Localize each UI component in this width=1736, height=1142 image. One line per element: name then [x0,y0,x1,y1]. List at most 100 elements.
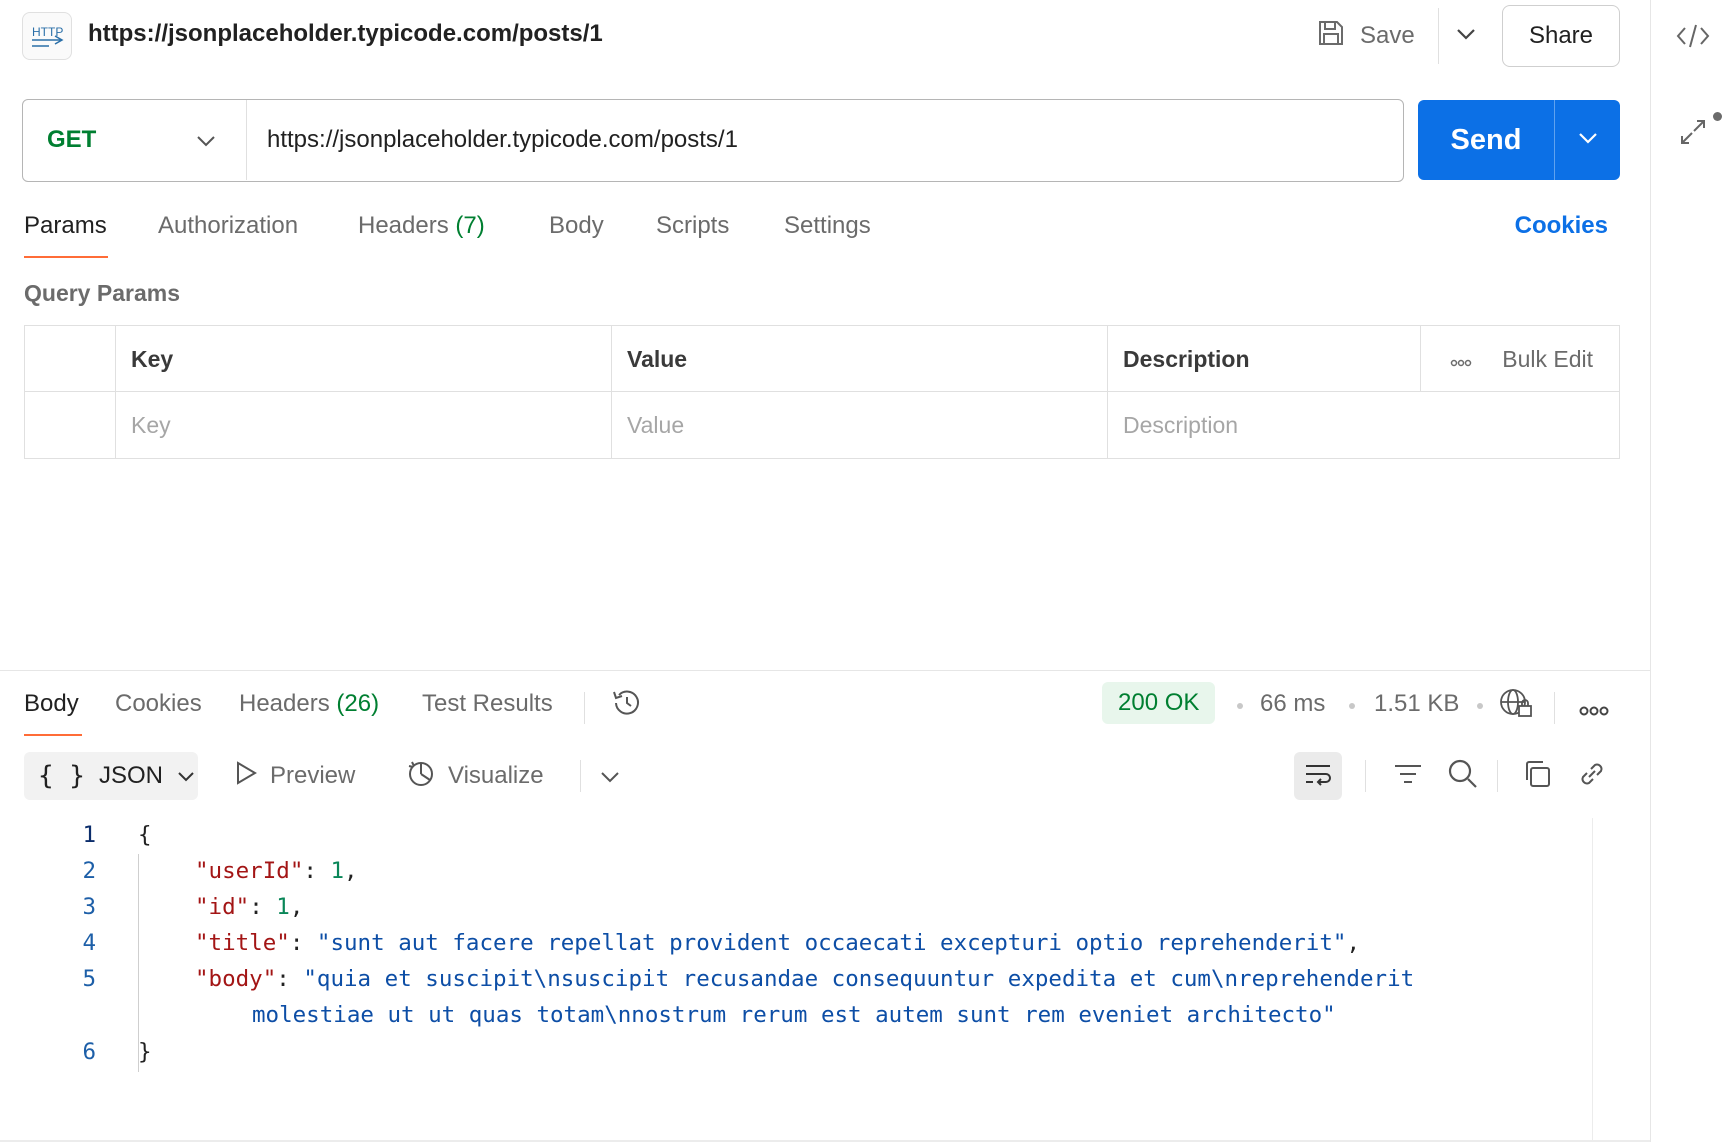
visualize-button[interactable]: Visualize [406,752,544,800]
key-input[interactable]: Key [115,392,611,458]
tab-settings[interactable]: Settings [784,212,871,240]
cookies-link[interactable]: Cookies [1515,212,1608,240]
status-badge[interactable]: 200 OK [1102,682,1216,724]
save-label: Save [1360,22,1415,49]
wrap-lines-button[interactable] [1294,752,1342,800]
code-snippet-icon[interactable] [1673,16,1713,56]
link-icon [1577,759,1607,794]
json-key: "body" [195,966,277,992]
url-input[interactable]: https://jsonplaceholder.typicode.com/pos… [267,100,1387,180]
separator-dot [1349,703,1355,709]
json-string: "quia et suscipit\nsuscipit recusandae c… [303,966,1415,992]
send-button-group: Send [1418,100,1620,180]
line-number: 2 [82,858,96,884]
share-button[interactable]: Share [1502,5,1620,67]
save-options-button[interactable] [1438,8,1492,64]
code-line: "userId": 1, [195,858,358,884]
tab-params[interactable]: Params [24,212,107,240]
bulk-edit-area: Bulk Edit [1450,326,1593,392]
description-input[interactable]: Description [1107,392,1619,458]
json-number: 1 [276,894,290,920]
copy-button[interactable] [1517,752,1557,800]
active-tab-indicator [24,256,108,258]
json-brace: { [138,822,152,848]
preview-button[interactable]: Preview [234,752,355,800]
tab-body[interactable]: Body [549,212,604,240]
response-pane-divider[interactable] [0,670,1650,671]
visualize-options-button[interactable] [600,752,620,800]
copy-icon [1522,759,1552,794]
separator-dot [1237,703,1243,709]
wrap-icon [1303,761,1333,792]
separator [1497,760,1498,792]
link-button[interactable] [1572,752,1612,800]
url-bar: GET https://jsonplaceholder.typicode.com… [22,99,1404,182]
response-tabs: Body Cookies Headers (26) Test Results 2… [24,682,1624,738]
json-key: "id" [195,894,250,920]
response-tab-cookies[interactable]: Cookies [115,690,202,718]
json-brace: } [138,1039,152,1065]
line-number: 6 [82,1039,96,1065]
json-key: "userId" [195,858,304,884]
column-header-value: Value [627,345,688,372]
save-button[interactable]: Save [1316,14,1415,58]
http-badge-text: HTTP [32,25,63,39]
collapse-icon[interactable] [1673,112,1713,152]
line-number: 1 [82,822,96,848]
line-number: 5 [82,966,96,992]
table-header-row: Key Value Description Bulk Edit [25,326,1619,392]
format-select[interactable]: { } JSON [24,752,198,800]
http-request-icon: HTTP [22,12,72,60]
tab-scripts[interactable]: Scripts [656,212,729,240]
bulk-edit-button[interactable]: Bulk Edit [1502,346,1593,373]
save-icon [1316,18,1346,55]
tab-authorization[interactable]: Authorization [158,212,298,240]
filter-icon [1393,761,1423,792]
chevron-down-icon [177,762,195,790]
response-toolbar: { } JSON Preview Visualize [24,752,1624,802]
network-info-icon[interactable] [1498,686,1534,727]
right-sidebar [1650,0,1736,1142]
filter-button[interactable] [1388,752,1428,800]
code-line-wrapped: molestiae ut ut quas totam\nnostrum reru… [252,1002,1336,1028]
tab-headers-label: Headers [358,212,449,239]
line-number: 3 [82,894,96,920]
json-string: "sunt aut facere repellat provident occa… [316,930,1347,956]
request-tabs: Params Authorization Headers (7) Body Sc… [24,208,1620,258]
response-body-editor[interactable]: 1 2 3 4 5 6 { "userId": 1, "id": 1, "tit… [0,818,1592,1142]
search-button[interactable] [1443,752,1483,800]
braces-icon: { } [38,761,85,791]
format-label: JSON [98,762,163,789]
query-params-title: Query Params [24,280,180,306]
history-icon[interactable] [610,686,644,727]
search-icon [1447,758,1479,795]
tab-headers-count: (7) [455,212,485,239]
separator-dot [1477,703,1483,709]
code-line: "id": 1, [195,894,304,920]
separator [1554,692,1555,724]
play-icon [234,760,258,793]
send-options-button[interactable] [1554,100,1620,180]
separator [1365,760,1366,792]
send-button[interactable]: Send [1418,100,1554,180]
response-tab-body[interactable]: Body [24,690,79,718]
response-tab-test-results[interactable]: Test Results [422,690,553,718]
code-line: } [138,1039,152,1065]
json-key: "title" [195,930,290,956]
chevron-down-icon [1455,27,1477,46]
tab-headers[interactable]: Headers (7) [358,212,485,240]
value-input[interactable]: Value [611,392,1107,458]
response-size[interactable]: 1.51 KB [1374,690,1459,718]
more-options-icon[interactable] [1579,696,1609,724]
response-tab-headers[interactable]: Headers (26) [239,690,379,718]
table-row: Key Value Description [25,392,1619,458]
preview-label: Preview [270,762,356,789]
method-select[interactable]: GET [23,100,247,180]
column-header-description: Description [1123,345,1250,372]
more-options-icon[interactable] [1450,346,1472,373]
request-title[interactable]: https://jsonplaceholder.typicode.com/pos… [88,20,603,48]
active-tab-indicator [24,734,82,736]
editor-scrollbar-track[interactable] [1592,818,1593,1142]
visualize-label: Visualize [448,762,544,789]
response-time[interactable]: 66 ms [1260,690,1325,718]
